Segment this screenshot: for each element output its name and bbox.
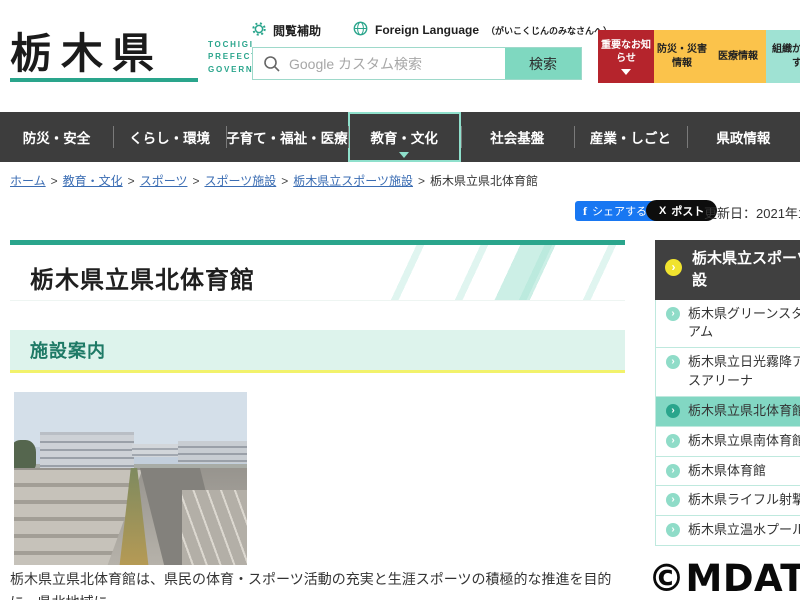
updated-date: 更新日：2021年10月 xyxy=(704,206,800,221)
title-decoration xyxy=(390,245,625,300)
important-notice-button[interactable]: 重要なお知らせ xyxy=(598,30,654,83)
sidebar-item-rifle-range[interactable]: › 栃木県ライフル射撃場 xyxy=(656,486,800,517)
sidebar-heading[interactable]: › 栃木県立スポーツ施設 xyxy=(655,240,800,300)
search-icon xyxy=(263,55,281,78)
sidebar-item-label: 栃木県立県南体育館 xyxy=(688,432,800,448)
breadcrumb-separator: > xyxy=(192,174,200,188)
quick-link-label: 組織から探す xyxy=(772,44,800,69)
breadcrumb-sports[interactable]: スポーツ xyxy=(140,174,188,188)
nav-item-infrastructure[interactable]: 社会基盤 xyxy=(460,112,574,162)
chevron-right-icon: › xyxy=(666,463,680,478)
search-button[interactable]: 検索 xyxy=(505,48,581,79)
nav-item-industry[interactable]: 産業・しごと xyxy=(573,112,687,162)
chevron-right-icon: › xyxy=(666,523,680,538)
sidebar-item-label: 栃木県ライフル射撃場 xyxy=(688,492,800,508)
quick-link-label: 防災・災害情報 xyxy=(657,44,707,69)
sidebar-item-kennan-gym[interactable]: › 栃木県立県南体育館 xyxy=(656,426,800,457)
facility-description: 栃木県立県北体育館は、県民の体育・スポーツ活動の充実と生涯スポーツの積極的な推進… xyxy=(10,571,612,600)
utility-bar: 閲覧補助 Foreign Language （がいこくじんのみなさんへ） xyxy=(252,21,612,39)
page-title-block: 栃木県立県北体育館 xyxy=(10,240,625,301)
search-input[interactable] xyxy=(253,48,505,79)
sidebar-item-label: 栃木県グリーンスタジアム xyxy=(688,305,800,340)
breadcrumb: ホーム > 教育・文化 > スポーツ > スポーツ施設 > 栃木県立スポーツ施設 > 栃木県立県北体… xyxy=(10,172,538,189)
photo-parking xyxy=(182,490,247,565)
global-nav: 防災・安全 くらし・環境 子育て・福祉・医療 教育・文化 社会基盤 産業・しごと… xyxy=(0,112,800,162)
breadcrumb-pref-sports-facilities[interactable]: 栃木県立スポーツ施設 xyxy=(293,174,413,188)
facebook-icon: f xyxy=(583,203,587,218)
sidebar-item-label: 栃木県立温水プール館 xyxy=(688,522,800,538)
nav-item-childcare[interactable]: 子育て・福祉・医療 xyxy=(226,112,348,162)
foreign-language-link[interactable]: Foreign Language xyxy=(375,23,479,37)
site-search: 検索 xyxy=(252,47,582,80)
caret-down-icon xyxy=(621,68,631,75)
sidebar-list: › 栃木県グリーンスタジアム › 栃木県立日光霧降アイスアリーナ › 栃木県立県… xyxy=(655,299,800,547)
site-logo[interactable]: 栃木県 xyxy=(10,20,163,81)
quick-links: 重要なお知らせ 防災・災害情報 医療情報 組織から探す xyxy=(598,30,800,83)
photo-parking-lines xyxy=(182,490,247,565)
photo-right-building xyxy=(178,441,247,463)
breadcrumb-home[interactable]: ホーム xyxy=(10,174,46,188)
gear-icon xyxy=(252,21,266,39)
org-search-button[interactable]: 組織から探す xyxy=(766,30,800,83)
chevron-right-icon: › xyxy=(666,355,680,370)
nav-item-label: 教育・文化 xyxy=(370,131,438,146)
page: 栃木県 TOCHIGI PREFECTURAL GOVERNMENT 閲覧補助 … xyxy=(0,0,800,600)
breadcrumb-education[interactable]: 教育・文化 xyxy=(63,174,123,188)
page-title: 栃木県立県北体育館 xyxy=(30,267,255,294)
photo-main-building xyxy=(40,432,134,468)
quick-link-label: 重要なお知らせ xyxy=(601,39,651,65)
x-icon: X xyxy=(659,204,667,217)
nav-item-living[interactable]: くらし・環境 xyxy=(113,112,226,162)
medical-info-button[interactable]: 医療情報 xyxy=(710,30,766,83)
globe-icon xyxy=(353,21,368,39)
sidebar-item-green-stadium[interactable]: › 栃木県グリーンスタジアム xyxy=(656,299,800,349)
sidebar-item-tochigi-gym[interactable]: › 栃木県体育館 xyxy=(656,456,800,487)
disaster-info-button[interactable]: 防災・災害情報 xyxy=(654,30,710,83)
nav-item-safety[interactable]: 防災・安全 xyxy=(0,112,113,162)
facebook-share-label: シェアする xyxy=(592,206,647,218)
sidebar-item-heated-pool[interactable]: › 栃木県立温水プール館 xyxy=(656,516,800,547)
accessibility-link[interactable]: 閲覧補助 xyxy=(273,22,321,39)
photo-link-building xyxy=(132,444,180,457)
foreign-language-note: （がいこくじんのみなさんへ） xyxy=(486,25,613,36)
facility-photo xyxy=(14,392,247,565)
chevron-right-icon: › xyxy=(665,259,682,276)
section-heading-facility-guide: 施設案内 xyxy=(10,330,625,373)
sidebar-item-nikko-ice-arena[interactable]: › 栃木県立日光霧降アイスアリーナ xyxy=(656,348,800,397)
sidebar-sports-facilities: › 栃木県立スポーツ施設 › 栃木県グリーンスタジアム › 栃木県立日光霧降アイ… xyxy=(655,240,800,547)
breadcrumb-separator: > xyxy=(50,174,58,188)
breadcrumb-sports-facilities[interactable]: スポーツ施設 xyxy=(204,174,276,188)
photo-tree xyxy=(14,440,36,470)
sidebar-item-kenboku-gym[interactable]: › 栃木県立県北体育館 xyxy=(656,396,800,427)
chevron-right-icon: › xyxy=(666,306,680,321)
chevron-right-icon: › xyxy=(666,433,680,448)
nav-active-caret-icon xyxy=(399,152,410,158)
sidebar-heading-label: 栃木県立スポーツ施設 xyxy=(692,250,800,289)
sidebar-item-label: 栃木県体育館 xyxy=(688,462,767,478)
breadcrumb-current: 栃木県立県北体育館 xyxy=(430,174,539,188)
watermark: ©MDATA xyxy=(648,557,800,600)
sidebar-item-label: 栃木県立日光霧降アイスアリーナ xyxy=(688,354,800,389)
nav-item-government[interactable]: 県政情報 xyxy=(686,112,800,162)
breadcrumb-separator: > xyxy=(127,174,135,188)
x-post-label: ポスト xyxy=(671,205,705,218)
logo-underline xyxy=(10,78,198,82)
nav-item-education[interactable]: 教育・文化 xyxy=(347,112,461,162)
breadcrumb-separator: > xyxy=(418,174,426,188)
chevron-right-icon: › xyxy=(666,493,680,508)
quick-link-label: 医療情報 xyxy=(718,50,758,62)
sidebar-item-label: 栃木県立県北体育館 xyxy=(688,402,800,418)
chevron-right-icon: › xyxy=(666,403,680,418)
breadcrumb-separator: > xyxy=(281,174,289,188)
